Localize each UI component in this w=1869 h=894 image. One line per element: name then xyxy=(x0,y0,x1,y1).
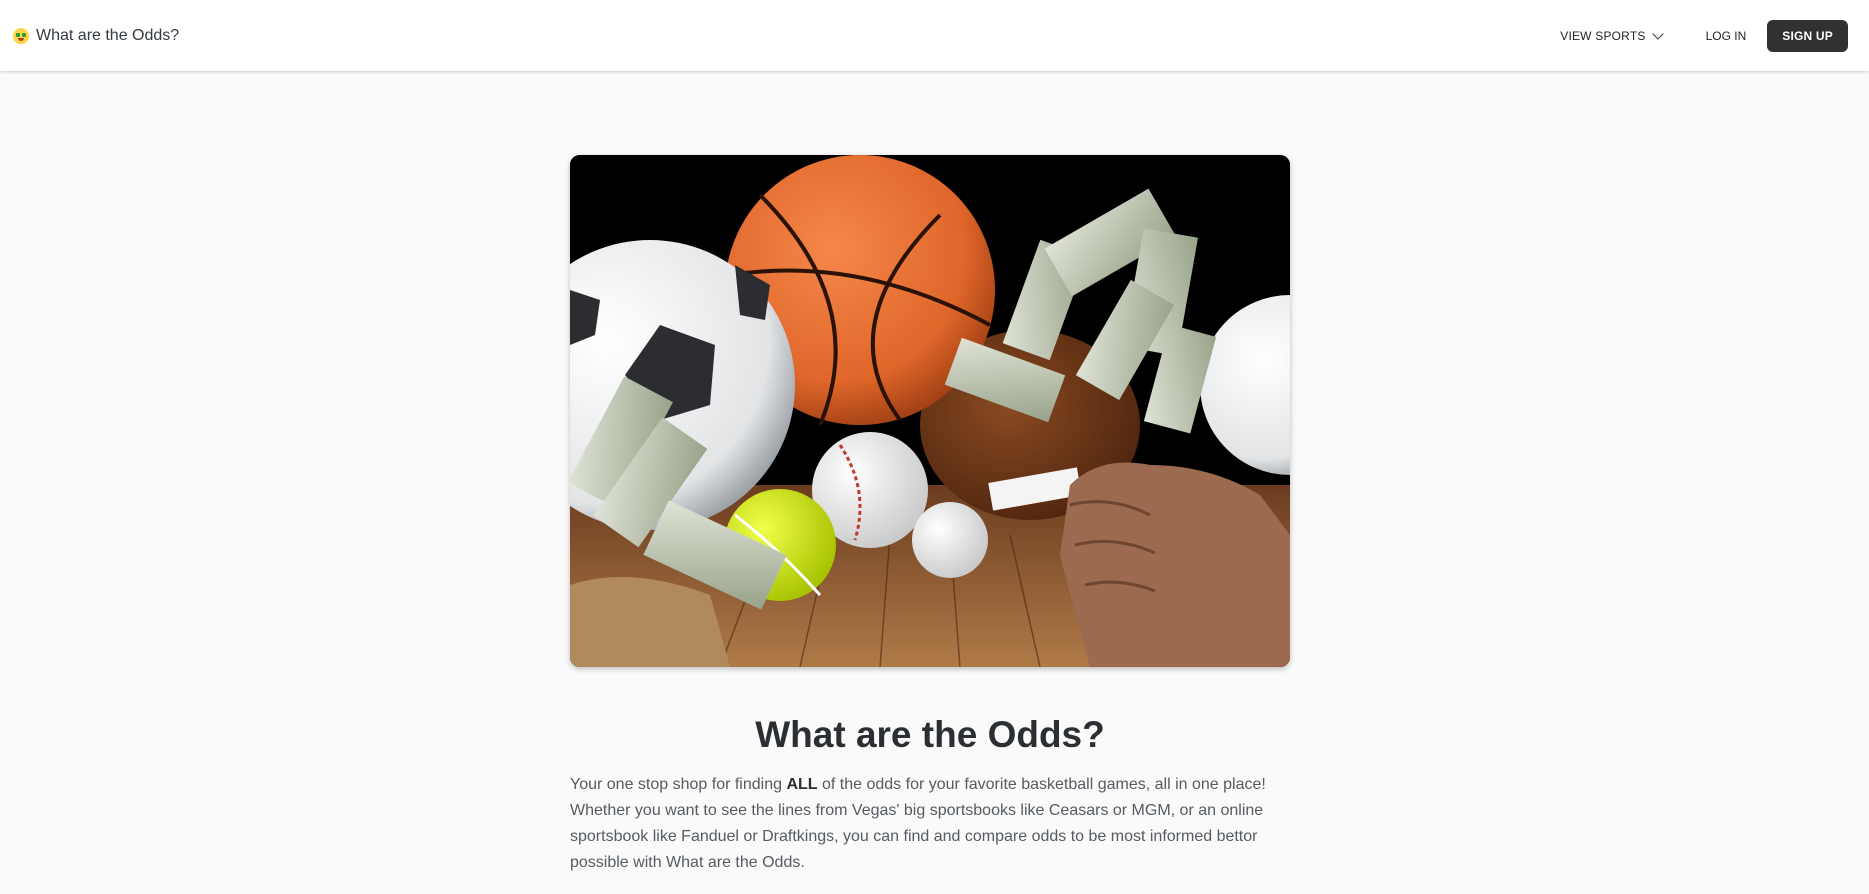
view-sports-dropdown[interactable]: VIEW SPORTS xyxy=(1560,27,1664,43)
nav-menu: VIEW SPORTS LOG IN SIGN UP xyxy=(1560,19,1848,52)
view-sports-label: VIEW SPORTS xyxy=(1560,28,1646,43)
money-mouth-face-icon xyxy=(13,27,29,44)
hero-image xyxy=(570,155,1290,667)
log-in-link[interactable]: LOG IN xyxy=(1706,29,1747,43)
brand[interactable]: What are the Odds? xyxy=(13,27,179,45)
description-text-start: Your one stop shop for finding xyxy=(570,776,787,793)
chevron-down-icon xyxy=(1651,27,1664,40)
page-title: What are the Odds? xyxy=(755,714,1105,755)
description-emphasis: ALL xyxy=(786,776,818,793)
brand-title[interactable]: What are the Odds? xyxy=(36,27,179,45)
sign-up-button[interactable]: SIGN UP xyxy=(1767,19,1848,52)
sports-balls-and-cash-photo xyxy=(570,155,1290,667)
intro-description: Your one stop shop for finding ALL of th… xyxy=(570,772,1290,876)
top-navbar: What are the Odds? VIEW SPORTS LOG IN SI… xyxy=(0,0,1869,71)
